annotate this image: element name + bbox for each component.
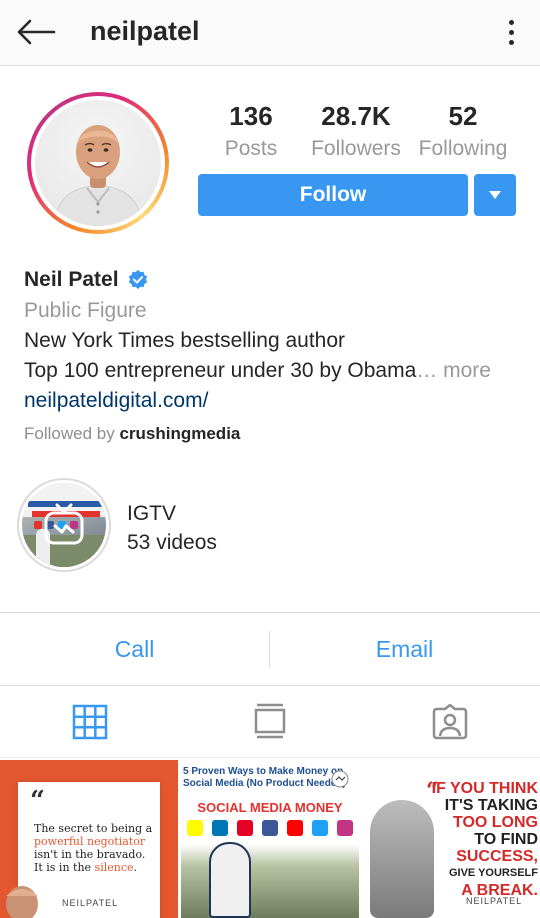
- post-banner: SOCIAL MEDIA MONEY: [197, 800, 343, 815]
- posts-grid: “ The secret to being a powerful negotia…: [0, 760, 540, 918]
- suggested-accounts-button[interactable]: [474, 174, 516, 216]
- following-count[interactable]: 52 Following: [416, 98, 510, 164]
- youtube-icon: [287, 820, 303, 836]
- quote-line-6: GIVE YOURSELF: [448, 867, 538, 879]
- profile-tabs: [0, 686, 540, 758]
- quote-text: IF YOU THINK IT'S TAKING TOO LONG TO FIN…: [426, 780, 538, 899]
- tab-grid[interactable]: [0, 686, 180, 758]
- avatar-border: [31, 96, 165, 230]
- profile-username: neilpatel: [90, 16, 200, 46]
- linkedin-icon: [212, 820, 228, 836]
- quote-text-end: .: [133, 861, 138, 874]
- followers-value: 28.7K: [321, 101, 391, 131]
- grid-icon: [72, 704, 108, 740]
- more-dots-icon: [508, 19, 514, 25]
- quote-mark: “: [30, 786, 45, 816]
- quote-text-before: The secret to being a: [34, 822, 153, 835]
- website-link[interactable]: neilpateldigital.com/: [24, 386, 524, 416]
- back-button[interactable]: [14, 12, 58, 52]
- verified-badge-icon: [128, 269, 147, 289]
- more-dot: [508, 39, 514, 45]
- name-row: Neil Patel: [24, 264, 524, 296]
- followers-count[interactable]: 28.7K Followers: [308, 98, 404, 164]
- igtv-thumbnail: [22, 483, 106, 567]
- story-ring[interactable]: [27, 92, 169, 234]
- quote-text: The secret to being a powerful negotiato…: [34, 822, 154, 874]
- post-thumbnail[interactable]: “ The secret to being a powerful negotia…: [0, 760, 178, 918]
- followed-by[interactable]: Followed by crushingmedia: [24, 416, 524, 452]
- igtv-title: IGTV: [127, 502, 177, 525]
- tagged-icon: [432, 704, 468, 740]
- post-portrait: [370, 800, 434, 918]
- tab-tagged[interactable]: [360, 686, 540, 758]
- tab-feed[interactable]: [180, 686, 360, 758]
- igtv-video-count: 53 videos: [127, 531, 217, 554]
- posts-label: Posts: [224, 137, 278, 160]
- snapchat-icon: [187, 820, 203, 836]
- igtv-badge-icon: [331, 770, 349, 788]
- twitter-icon: [312, 820, 328, 836]
- followers-label: Followers: [311, 137, 401, 160]
- account-category: Public Figure: [24, 299, 147, 322]
- quote-highlight-2: silence: [94, 861, 134, 874]
- post-signature: NEILPATEL: [466, 896, 523, 906]
- quote-line-5: SUCCESS,: [456, 848, 538, 865]
- caret-down-icon: [489, 191, 501, 199]
- instagram-icon: [337, 820, 353, 836]
- quote-line-4: TO FIND: [474, 831, 538, 848]
- avatar: [35, 100, 161, 226]
- avatar-portrait: [52, 125, 144, 226]
- followed-by-prefix: Followed by: [24, 424, 115, 443]
- options-menu-button[interactable]: [494, 12, 528, 52]
- posts-value: 136: [229, 101, 273, 131]
- contact-bar: Call Email: [0, 612, 540, 686]
- bio-line-2-text: Top 100 entrepreneur under 30 by Obama: [24, 359, 417, 382]
- bio-line-1: New York Times bestselling author: [24, 329, 345, 352]
- feed-icon: [254, 703, 286, 739]
- followed-by-user: crushingmedia: [119, 424, 241, 443]
- profile-page: neilpatel 136 Posts 28.7K Followers 52 F…: [0, 0, 540, 918]
- call-button[interactable]: Call: [0, 613, 269, 685]
- bio-line-2: Top 100 entrepreneur under 30 by Obama… …: [24, 356, 524, 386]
- following-value: 52: [448, 101, 478, 131]
- post-person: [209, 842, 251, 918]
- more-dot: [508, 29, 514, 35]
- post-thumbnail[interactable]: 5 Proven Ways to Make Money on Social Me…: [181, 760, 359, 918]
- posts-count[interactable]: 136 Posts: [220, 98, 282, 164]
- igtv-highlight[interactable]: [17, 478, 111, 572]
- pinterest-icon: [237, 820, 253, 836]
- social-icons: [187, 820, 353, 836]
- quote-highlight-1: powerful negotiator: [34, 835, 146, 848]
- full-name: Neil Patel: [24, 268, 119, 291]
- igtv-icon: [44, 503, 84, 545]
- more-link[interactable]: … more: [416, 359, 491, 382]
- following-label: Following: [418, 137, 508, 160]
- money-pile: [181, 844, 359, 918]
- quote-line-2: IT'S TAKING: [444, 797, 538, 814]
- top-bar: neilpatel: [0, 0, 540, 66]
- post-portrait: [6, 886, 38, 918]
- quote-line-1: IF YOU THINK: [431, 780, 538, 797]
- back-arrow-icon: [17, 19, 56, 45]
- facebook-icon: [262, 820, 278, 836]
- post-thumbnail[interactable]: “ IF YOU THINK IT'S TAKING TOO LONG TO F…: [362, 760, 540, 918]
- post-signature: NEILPATEL: [62, 898, 119, 908]
- email-button[interactable]: Email: [270, 613, 539, 685]
- bio-section: Neil Patel Public Figure New York Times …: [24, 264, 524, 452]
- follow-button[interactable]: Follow: [198, 174, 468, 216]
- quote-line-3: TOO LONG: [452, 814, 538, 831]
